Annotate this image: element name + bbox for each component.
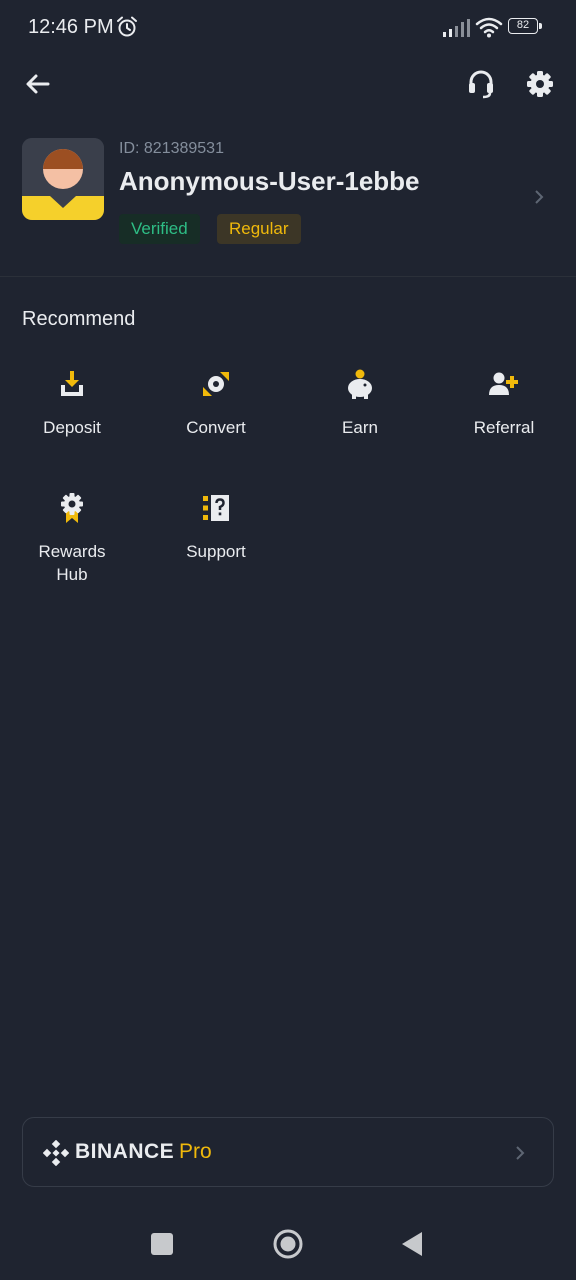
recents-square-icon[interactable]: [150, 1232, 174, 1256]
shortcut-label: Referral: [473, 418, 535, 437]
user-name: Anonymous-User-1ebbe: [119, 166, 420, 196]
headset-support-button[interactable]: [466, 68, 496, 100]
battery-level: 82: [508, 18, 538, 34]
pro-brand-name: BINANCE: [75, 1140, 175, 1163]
shortcut-rewards-hub[interactable]: Rewards Hub: [0, 492, 144, 602]
shortcut-earn[interactable]: Earn: [288, 368, 432, 478]
home-circle-icon[interactable]: [272, 1228, 304, 1260]
shortcut-convert[interactable]: Convert: [144, 368, 288, 478]
verified-badge: Verified: [119, 214, 200, 244]
shortcut-referral[interactable]: Referral: [432, 368, 576, 478]
recommend-section-title: Recommend: [22, 308, 136, 330]
add-user-icon: [489, 372, 518, 395]
support-doc-icon: [203, 495, 229, 521]
profile-header[interactable]: ID: 821389531 Anonymous-User-1ebbe Verif…: [0, 130, 576, 270]
battery-tip: [539, 23, 542, 29]
pro-tag: Pro: [179, 1140, 212, 1163]
deposit-icon: [61, 371, 83, 396]
shortcut-deposit[interactable]: Deposit: [0, 368, 144, 478]
chevron-right-icon: [535, 190, 544, 204]
system-navigation-bar: [0, 1212, 576, 1280]
alarm-icon: [117, 16, 137, 37]
wifi-icon: [475, 17, 503, 38]
binance-logo-icon: [43, 1140, 69, 1166]
piggy-bank-icon: [348, 369, 372, 399]
shortcut-label: Rewards Hub: [38, 542, 106, 584]
divider: [0, 276, 576, 277]
convert-icon: [203, 372, 229, 396]
avatar: [22, 138, 104, 220]
award-icon: [61, 493, 83, 523]
chevron-right-icon: [516, 1146, 525, 1160]
binance-pro-card[interactable]: BINANCE Pro: [22, 1117, 554, 1187]
status-bar: 12:46 PM 82: [0, 0, 576, 56]
settings-gear-button[interactable]: [524, 68, 556, 100]
back-triangle-icon[interactable]: [400, 1231, 424, 1257]
status-time: 12:46 PM: [28, 16, 114, 38]
user-id: ID: 821389531: [119, 140, 224, 157]
back-button[interactable]: [22, 68, 54, 100]
shortcut-label: Convert: [186, 418, 246, 437]
vip-level-badge: Regular: [217, 214, 301, 244]
signal-icon: [443, 19, 470, 37]
shortcut-label: Earn: [342, 418, 378, 437]
shortcut-support[interactable]: Support: [144, 492, 288, 602]
shortcut-label: Support: [186, 542, 246, 561]
battery-indicator: 82: [508, 18, 544, 36]
shortcut-label: Deposit: [43, 418, 101, 437]
